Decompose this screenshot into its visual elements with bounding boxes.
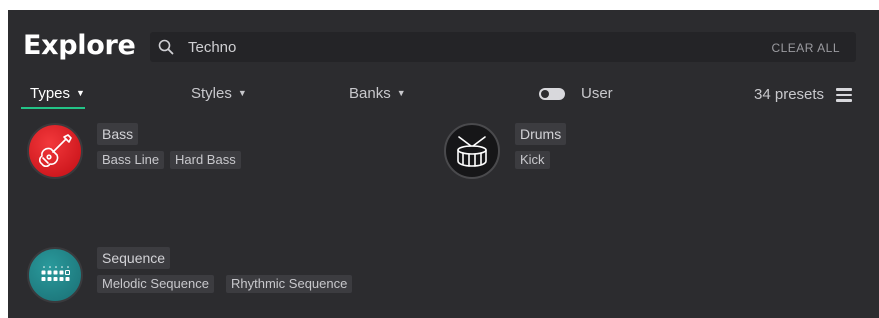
search-input[interactable]: Techno — [188, 39, 236, 56]
styles-filter-label: Styles — [191, 85, 232, 102]
banks-filter[interactable]: Banks ▼ — [349, 85, 406, 102]
category-tag-sequence[interactable]: Sequence — [97, 247, 171, 269]
caret-down-icon: ▼ — [237, 88, 247, 98]
list-menu-icon[interactable] — [836, 88, 852, 102]
explore-panel: Explore Techno CLEAR ALL Types ▼ Styles ▼ … — [8, 10, 879, 318]
subtype-tag-rhythmic-sequence[interactable]: Rhythmic Sequence — [226, 275, 353, 293]
subtype-tag-hard-bass[interactable]: Hard Bass — [170, 151, 241, 169]
types-filter-active-underline — [21, 107, 85, 109]
drum-icon — [457, 136, 487, 167]
sequencer-grid-icon — [41, 266, 70, 281]
toggle-knob — [541, 90, 549, 98]
guitar-icon — [38, 134, 72, 168]
subtype-tag-melodic-sequence[interactable]: Melodic Sequence — [97, 275, 214, 293]
caret-down-icon: ▼ — [396, 88, 406, 98]
sequence-category-icon[interactable] — [27, 247, 83, 303]
types-filter-label: Types — [30, 85, 71, 102]
styles-filter[interactable]: Styles ▼ — [191, 85, 247, 102]
bass-category-icon[interactable] — [27, 123, 83, 179]
category-tag-drums[interactable]: Drums — [515, 123, 567, 145]
user-toggle[interactable] — [539, 88, 565, 100]
types-filter[interactable]: Types ▼ — [30, 85, 85, 102]
user-toggle-label: User — [581, 85, 613, 102]
banks-filter-label: Banks — [349, 85, 391, 102]
clear-all-button[interactable]: CLEAR ALL — [771, 41, 840, 55]
page-title: Explore — [23, 30, 136, 61]
drums-category-icon[interactable] — [444, 123, 500, 179]
caret-down-icon: ▼ — [76, 88, 85, 98]
search-icon — [158, 39, 174, 55]
category-tag-bass[interactable]: Bass — [97, 123, 139, 145]
search-bar[interactable]: Techno CLEAR ALL — [150, 32, 856, 62]
presets-count: 34 presets — [754, 86, 825, 103]
subtype-tag-bass-line[interactable]: Bass Line — [97, 151, 165, 169]
subtype-tag-kick[interactable]: Kick — [515, 151, 550, 169]
